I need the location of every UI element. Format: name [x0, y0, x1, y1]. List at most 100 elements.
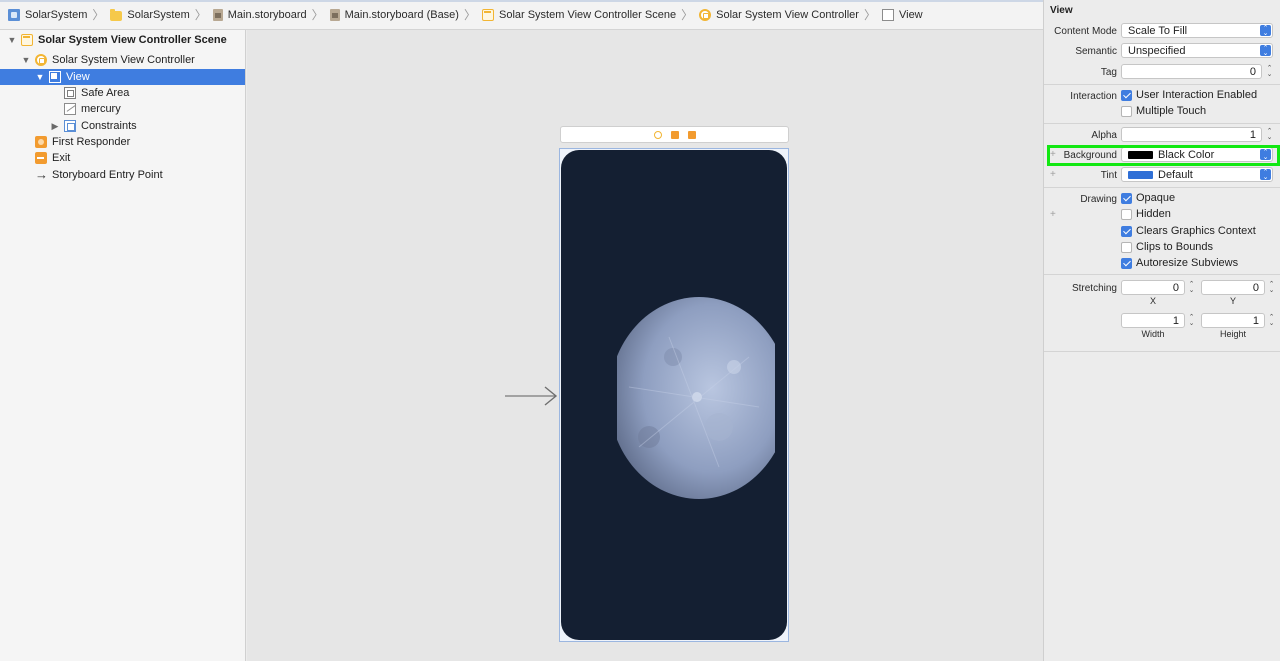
- tag-stepper[interactable]: ⌃ ⌄: [1265, 64, 1274, 79]
- breadcrumb-scene[interactable]: Solar System View Controller Scene 〉: [481, 6, 699, 23]
- breadcrumb-label: View: [898, 8, 923, 21]
- tint-color-popup[interactable]: Default ⌃ ⌄: [1121, 167, 1273, 182]
- breadcrumb-storyboard[interactable]: Main.storyboard 〉: [212, 6, 330, 23]
- first-responder-icon[interactable]: [670, 130, 679, 139]
- attributes-inspector: View Content Mode Scale To Fill ⌃ ⌄ Seman…: [1043, 0, 1280, 661]
- breadcrumb-label: Solar System View Controller: [716, 8, 859, 21]
- autoresize-label: Autoresize Subviews: [1136, 257, 1239, 269]
- outline-label: Solar System View Controller: [52, 54, 195, 66]
- content-mode-popup[interactable]: Scale To Fill ⌃ ⌄: [1121, 23, 1273, 38]
- clears-graphics-checkbox[interactable]: [1121, 226, 1132, 237]
- content-mode-value: Scale To Fill: [1128, 24, 1188, 37]
- breadcrumb-view-controller[interactable]: Solar System View Controller 〉: [699, 6, 882, 23]
- semantic-popup[interactable]: Unspecified ⌃ ⌄: [1121, 43, 1273, 58]
- scene-dock[interactable]: [560, 126, 789, 143]
- outline-label: Exit: [52, 152, 71, 164]
- tint-label: Tint: [1100, 170, 1117, 181]
- breadcrumb-project[interactable]: SolarSystem 〉: [8, 6, 110, 23]
- outline-label: First Responder: [52, 136, 131, 148]
- breadcrumb-folder[interactable]: SolarSystem 〉: [110, 6, 212, 23]
- scene-icon: [21, 34, 33, 46]
- opaque-checkbox[interactable]: [1121, 193, 1132, 204]
- outline-item-mercury[interactable]: mercury: [0, 101, 245, 117]
- outline-item-exit[interactable]: Exit: [0, 150, 245, 166]
- user-interaction-checkbox[interactable]: [1121, 90, 1132, 101]
- storyboard-icon: [329, 8, 340, 21]
- chevron-right-icon: 〉: [194, 8, 207, 22]
- outline-item-scene[interactable]: ▼ Solar System View Controller Scene: [0, 32, 245, 48]
- stretch-height-stepper[interactable]: ⌃ ⌄: [1267, 313, 1276, 328]
- outline-item-safe-area[interactable]: Safe Area: [0, 85, 245, 101]
- tag-label: Tag: [1100, 67, 1117, 78]
- outline-item-entry-point[interactable]: → Storyboard Entry Point: [0, 167, 245, 183]
- chevron-right-icon: 〉: [863, 8, 876, 22]
- stretch-height-field[interactable]: 1: [1201, 313, 1265, 328]
- clips-to-bounds-checkbox[interactable]: [1121, 242, 1132, 253]
- divider: [1044, 351, 1280, 352]
- alpha-field[interactable]: 1: [1121, 127, 1262, 142]
- exit-icon: [35, 152, 47, 164]
- document-outline: ▼ Solar System View Controller Scene ▼ S…: [0, 30, 246, 661]
- view-controller-scene[interactable]: [559, 148, 789, 642]
- chevron-right-icon: 〉: [92, 8, 105, 22]
- project-file-icon: [8, 8, 20, 21]
- autoresize-checkbox[interactable]: [1121, 258, 1132, 269]
- breadcrumb-view[interactable]: View: [881, 8, 923, 21]
- stretch-x-stepper[interactable]: ⌃ ⌄: [1187, 280, 1196, 295]
- content-mode-label: Content Mode: [1054, 26, 1117, 37]
- highlight-box: [1047, 145, 1280, 166]
- disclosure-open-icon[interactable]: ▼: [35, 72, 45, 82]
- entry-point-arrow-icon[interactable]: [505, 386, 559, 406]
- outline-item-constraints[interactable]: ▶ Constraints: [0, 118, 245, 134]
- folder-icon: [110, 8, 123, 21]
- clears-graphics-label: Clears Graphics Context: [1136, 225, 1256, 237]
- y-label: Y: [1229, 296, 1236, 306]
- multiple-touch-checkbox[interactable]: [1121, 106, 1132, 117]
- divider: [1044, 274, 1280, 275]
- constraints-icon: [64, 120, 76, 132]
- stretch-width-stepper[interactable]: ⌃ ⌄: [1187, 313, 1196, 328]
- breadcrumb-label: SolarSystem: [127, 8, 190, 21]
- breadcrumb-label: Main.storyboard: [227, 8, 307, 21]
- user-interaction-label: User Interaction Enabled: [1136, 89, 1258, 101]
- alpha-stepper[interactable]: ⌃ ⌄: [1265, 127, 1274, 142]
- outline-item-first-responder[interactable]: First Responder: [0, 134, 245, 150]
- tag-field[interactable]: 0: [1121, 64, 1262, 79]
- chevron-right-icon: 〉: [311, 8, 324, 22]
- view-controller-icon: [35, 54, 47, 66]
- disclosure-open-icon[interactable]: ▼: [21, 55, 31, 65]
- popup-arrows-icon: ⌃ ⌄: [1260, 25, 1271, 37]
- breadcrumb-label: Main.storyboard (Base): [344, 8, 459, 21]
- view-icon: [49, 71, 61, 83]
- breadcrumb-storyboard-base[interactable]: Main.storyboard (Base) 〉: [329, 6, 482, 23]
- first-responder-icon: [35, 136, 47, 148]
- disclosure-open-icon[interactable]: ▼: [7, 35, 17, 45]
- divider: [1044, 123, 1280, 124]
- disclosure-closed-icon[interactable]: ▶: [50, 121, 60, 132]
- mercury-image[interactable]: [609, 297, 775, 500]
- storyboard-icon: [212, 8, 223, 21]
- stretch-y-stepper[interactable]: ⌃ ⌄: [1267, 280, 1276, 295]
- drawing-label: Drawing: [1080, 194, 1117, 205]
- hidden-checkbox[interactable]: [1121, 209, 1132, 220]
- x-label: X: [1149, 296, 1156, 306]
- root-view[interactable]: [561, 150, 787, 640]
- outline-item-view-controller[interactable]: ▼ Solar System View Controller: [0, 52, 245, 68]
- divider: [1044, 187, 1280, 188]
- outline-label: Safe Area: [81, 87, 130, 99]
- height-label: Height: [1219, 329, 1246, 339]
- view-controller-icon[interactable]: [653, 130, 662, 139]
- stretch-x-field[interactable]: 0: [1121, 280, 1185, 295]
- stretch-width-field[interactable]: 1: [1121, 313, 1185, 328]
- stretch-y-field[interactable]: 0: [1201, 280, 1265, 295]
- outline-item-view[interactable]: ▼ View: [0, 69, 245, 85]
- safe-area-icon: [64, 87, 76, 99]
- popup-arrows-icon: ⌃ ⌄: [1260, 169, 1271, 181]
- add-variation-icon[interactable]: +: [1050, 209, 1056, 220]
- outline-label: mercury: [81, 103, 121, 115]
- exit-icon[interactable]: [687, 130, 696, 139]
- inspector-section-title: View: [1050, 5, 1073, 16]
- storyboard-canvas[interactable]: [247, 30, 1043, 661]
- xcode-window: SolarSystem 〉 SolarSystem 〉 Main.storyboar…: [0, 0, 1280, 661]
- outline-label: View: [66, 71, 90, 83]
